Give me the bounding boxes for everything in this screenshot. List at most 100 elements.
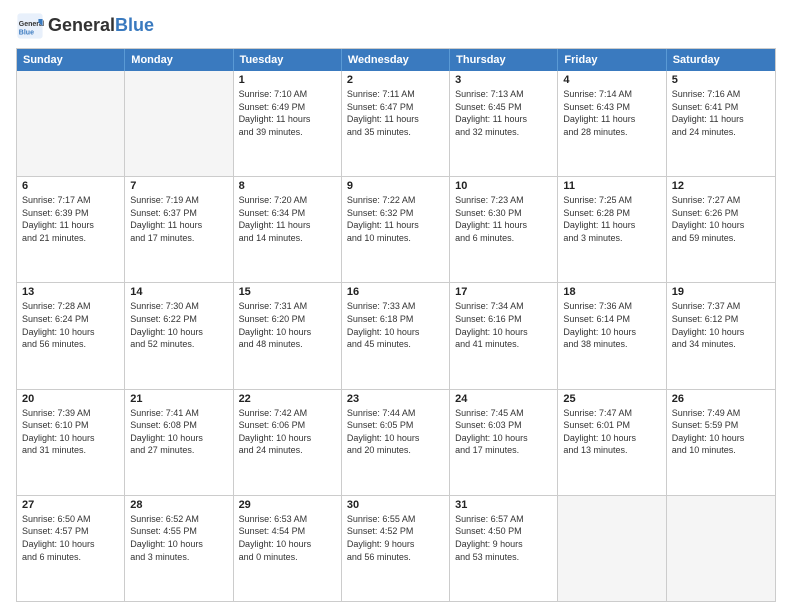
calendar-body: 1 Sunrise: 7:10 AMSunset: 6:49 PMDaylight… (17, 71, 775, 601)
cell-info: Sunrise: 7:13 AMSunset: 6:45 PMDaylight:… (455, 88, 552, 138)
day-number: 11 (563, 180, 660, 192)
calendar-cell-r3c1: 13 Sunrise: 7:28 AMSunset: 6:24 PMDayligh… (17, 283, 125, 388)
calendar-cell-r2c1: 6 Sunrise: 7:17 AMSunset: 6:39 PMDaylight… (17, 177, 125, 282)
day-number: 13 (22, 286, 119, 298)
calendar-cell-r1c3: 1 Sunrise: 7:10 AMSunset: 6:49 PMDaylight… (234, 71, 342, 176)
weekday-header-sunday: Sunday (17, 49, 125, 71)
cell-info: Sunrise: 7:28 AMSunset: 6:24 PMDaylight:… (22, 300, 119, 350)
day-number: 6 (22, 180, 119, 192)
calendar-cell-r3c5: 17 Sunrise: 7:34 AMSunset: 6:16 PMDayligh… (450, 283, 558, 388)
day-number: 24 (455, 393, 552, 405)
calendar-cell-r4c5: 24 Sunrise: 7:45 AMSunset: 6:03 PMDayligh… (450, 390, 558, 495)
calendar-cell-r3c3: 15 Sunrise: 7:31 AMSunset: 6:20 PMDayligh… (234, 283, 342, 388)
cell-info: Sunrise: 7:44 AMSunset: 6:05 PMDaylight:… (347, 407, 444, 457)
logo-icon: General Blue (16, 12, 44, 40)
day-number: 4 (563, 74, 660, 86)
day-number: 30 (347, 499, 444, 511)
calendar-row-5: 27 Sunrise: 6:50 AMSunset: 4:57 PMDayligh… (17, 495, 775, 601)
day-number: 9 (347, 180, 444, 192)
cell-info: Sunrise: 6:57 AMSunset: 4:50 PMDaylight:… (455, 513, 552, 563)
cell-info: Sunrise: 7:49 AMSunset: 5:59 PMDaylight:… (672, 407, 770, 457)
cell-info: Sunrise: 7:42 AMSunset: 6:06 PMDaylight:… (239, 407, 336, 457)
calendar-row-2: 6 Sunrise: 7:17 AMSunset: 6:39 PMDaylight… (17, 176, 775, 282)
day-number: 17 (455, 286, 552, 298)
calendar-cell-r3c4: 16 Sunrise: 7:33 AMSunset: 6:18 PMDayligh… (342, 283, 450, 388)
calendar-cell-r1c2 (125, 71, 233, 176)
day-number: 10 (455, 180, 552, 192)
calendar-cell-r2c4: 9Sunrise: 7:22 AMSunset: 6:32 PMDaylight… (342, 177, 450, 282)
day-number: 8 (239, 180, 336, 192)
calendar-cell-r5c5: 31 Sunrise: 6:57 AMSunset: 4:50 PMDayligh… (450, 496, 558, 601)
cell-info: Sunrise: 7:45 AMSunset: 6:03 PMDaylight:… (455, 407, 552, 457)
weekday-header-wednesday: Wednesday (342, 49, 450, 71)
day-number: 27 (22, 499, 119, 511)
cell-info: Sunrise: 7:37 AMSunset: 6:12 PMDaylight:… (672, 300, 770, 350)
calendar-cell-r2c6: 11Sunrise: 7:25 AMSunset: 6:28 PMDayligh… (558, 177, 666, 282)
calendar: SundayMondayTuesdayWednesdayThursdayFrid… (16, 48, 776, 602)
weekday-header-thursday: Thursday (450, 49, 558, 71)
weekday-header-friday: Friday (558, 49, 666, 71)
calendar-row-1: 1 Sunrise: 7:10 AMSunset: 6:49 PMDaylight… (17, 71, 775, 176)
cell-info: Sunrise: 7:34 AMSunset: 6:16 PMDaylight:… (455, 300, 552, 350)
day-number: 26 (672, 393, 770, 405)
day-number: 28 (130, 499, 227, 511)
cell-info: Sunrise: 7:23 AMSunset: 6:30 PMDaylight:… (455, 194, 552, 244)
day-number: 5 (672, 74, 770, 86)
day-number: 14 (130, 286, 227, 298)
calendar-cell-r4c4: 23 Sunrise: 7:44 AMSunset: 6:05 PMDayligh… (342, 390, 450, 495)
calendar-cell-r5c6 (558, 496, 666, 601)
day-number: 19 (672, 286, 770, 298)
day-number: 18 (563, 286, 660, 298)
cell-info: Sunrise: 7:36 AMSunset: 6:14 PMDaylight:… (563, 300, 660, 350)
day-number: 23 (347, 393, 444, 405)
calendar-cell-r2c5: 10 Sunrise: 7:23 AMSunset: 6:30 PMDayligh… (450, 177, 558, 282)
day-number: 3 (455, 74, 552, 86)
calendar-cell-r4c6: 25Sunrise: 7:47 AMSunset: 6:01 PMDayligh… (558, 390, 666, 495)
calendar-cell-r1c1 (17, 71, 125, 176)
calendar-cell-r5c7 (667, 496, 775, 601)
calendar-cell-r4c1: 20 Sunrise: 7:39 AMSunset: 6:10 PMDayligh… (17, 390, 125, 495)
day-number: 12 (672, 180, 770, 192)
calendar-cell-r2c3: 8 Sunrise: 7:20 AMSunset: 6:34 PMDaylight… (234, 177, 342, 282)
day-number: 1 (239, 74, 336, 86)
calendar-row-4: 20 Sunrise: 7:39 AMSunset: 6:10 PMDayligh… (17, 389, 775, 495)
logo-text: GeneralBlue (48, 16, 154, 36)
calendar-cell-r5c3: 29Sunrise: 6:53 AMSunset: 4:54 PMDayligh… (234, 496, 342, 601)
day-number: 31 (455, 499, 552, 511)
day-number: 20 (22, 393, 119, 405)
cell-info: Sunrise: 7:17 AMSunset: 6:39 PMDaylight:… (22, 194, 119, 244)
calendar-cell-r1c6: 4Sunrise: 7:14 AMSunset: 6:43 PMDaylight… (558, 71, 666, 176)
calendar-cell-r4c2: 21 Sunrise: 7:41 AMSunset: 6:08 PMDayligh… (125, 390, 233, 495)
cell-info: Sunrise: 7:41 AMSunset: 6:08 PMDaylight:… (130, 407, 227, 457)
calendar-cell-r3c2: 14 Sunrise: 7:30 AMSunset: 6:22 PMDayligh… (125, 283, 233, 388)
calendar-row-3: 13 Sunrise: 7:28 AMSunset: 6:24 PMDayligh… (17, 282, 775, 388)
cell-info: Sunrise: 6:53 AMSunset: 4:54 PMDaylight:… (239, 513, 336, 563)
day-number: 16 (347, 286, 444, 298)
cell-info: Sunrise: 7:16 AMSunset: 6:41 PMDaylight:… (672, 88, 770, 138)
cell-info: Sunrise: 6:50 AMSunset: 4:57 PMDaylight:… (22, 513, 119, 563)
cell-info: Sunrise: 7:11 AMSunset: 6:47 PMDaylight:… (347, 88, 444, 138)
cell-info: Sunrise: 7:30 AMSunset: 6:22 PMDaylight:… (130, 300, 227, 350)
weekday-header-monday: Monday (125, 49, 233, 71)
weekday-header-tuesday: Tuesday (234, 49, 342, 71)
cell-info: Sunrise: 6:52 AMSunset: 4:55 PMDaylight:… (130, 513, 227, 563)
calendar-cell-r5c1: 27 Sunrise: 6:50 AMSunset: 4:57 PMDayligh… (17, 496, 125, 601)
cell-info: Sunrise: 7:33 AMSunset: 6:18 PMDaylight:… (347, 300, 444, 350)
cell-info: Sunrise: 7:47 AMSunset: 6:01 PMDaylight:… (563, 407, 660, 457)
calendar-cell-r4c7: 26 Sunrise: 7:49 AMSunset: 5:59 PMDayligh… (667, 390, 775, 495)
calendar-cell-r2c7: 12 Sunrise: 7:27 AMSunset: 6:26 PMDayligh… (667, 177, 775, 282)
calendar-cell-r5c2: 28 Sunrise: 6:52 AMSunset: 4:55 PMDayligh… (125, 496, 233, 601)
cell-info: Sunrise: 7:31 AMSunset: 6:20 PMDaylight:… (239, 300, 336, 350)
day-number: 21 (130, 393, 227, 405)
logo: General Blue GeneralBlue (16, 12, 154, 40)
cell-info: Sunrise: 7:10 AMSunset: 6:49 PMDaylight:… (239, 88, 336, 138)
day-number: 15 (239, 286, 336, 298)
calendar-cell-r2c2: 7Sunrise: 7:19 AMSunset: 6:37 PMDaylight… (125, 177, 233, 282)
calendar-cell-r4c3: 22Sunrise: 7:42 AMSunset: 6:06 PMDayligh… (234, 390, 342, 495)
cell-info: Sunrise: 7:27 AMSunset: 6:26 PMDaylight:… (672, 194, 770, 244)
cell-info: Sunrise: 7:39 AMSunset: 6:10 PMDaylight:… (22, 407, 119, 457)
day-number: 2 (347, 74, 444, 86)
calendar-cell-r1c5: 3 Sunrise: 7:13 AMSunset: 6:45 PMDaylight… (450, 71, 558, 176)
calendar-cell-r5c4: 30Sunrise: 6:55 AMSunset: 4:52 PMDayligh… (342, 496, 450, 601)
cell-info: Sunrise: 7:20 AMSunset: 6:34 PMDaylight:… (239, 194, 336, 244)
